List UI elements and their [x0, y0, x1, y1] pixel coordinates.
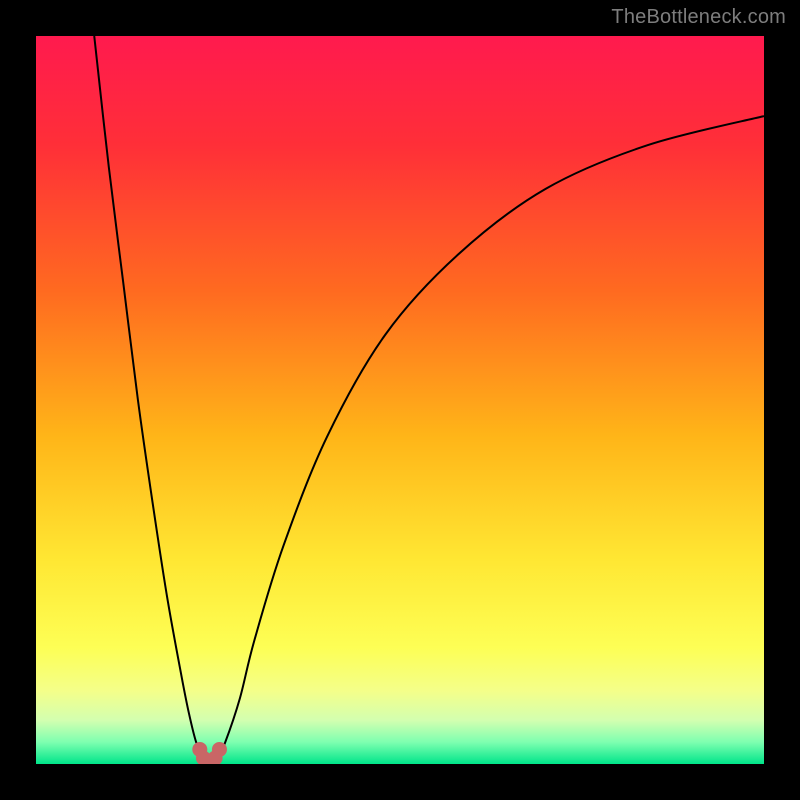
- chart-svg: [36, 36, 764, 764]
- gradient-background: [36, 36, 764, 764]
- chart-frame: TheBottleneck.com: [0, 0, 800, 800]
- plot-area: [36, 36, 764, 764]
- marker-dot: [212, 742, 227, 757]
- watermark-text: TheBottleneck.com: [611, 6, 786, 29]
